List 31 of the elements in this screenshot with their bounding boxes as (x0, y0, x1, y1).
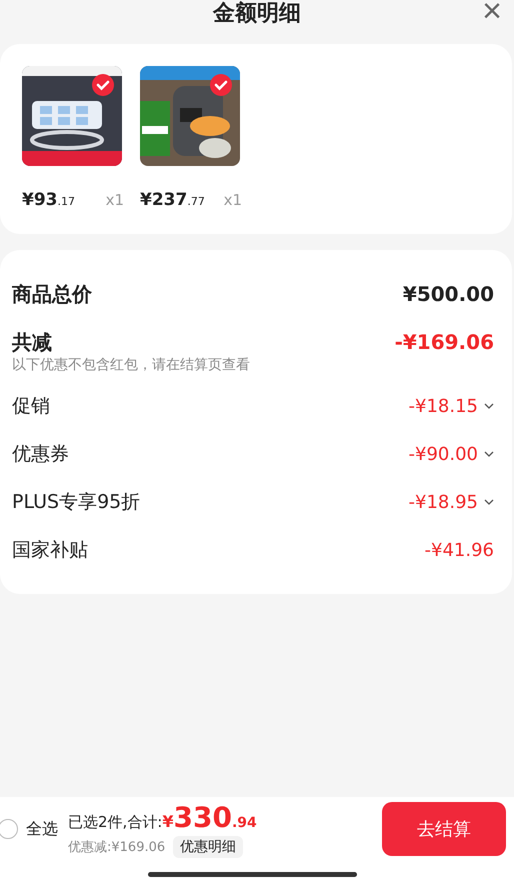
chevron-down-icon[interactable] (484, 403, 494, 409)
dialog-title: 金额明细 (213, 1, 301, 27)
price-label: 商品总价 (12, 280, 92, 308)
discount-total: 优惠减:¥169.06 (68, 838, 166, 856)
reduction-note: 以下优惠不包含红包，请在结算页查看 (12, 356, 251, 374)
discount-details-button[interactable]: 优惠明细 (173, 836, 244, 858)
select-all-radio[interactable] (0, 819, 18, 839)
product-price: ¥93.17 (22, 190, 75, 210)
discount-amount: -¥169.06 (394, 330, 494, 354)
price-label: PLUS专享95折 (12, 490, 140, 515)
price-label: 优惠券 (12, 442, 69, 467)
quantity: x1 (224, 191, 242, 209)
check-icon[interactable] (92, 74, 114, 96)
discount-amount: -¥41.96 (424, 540, 494, 560)
chevron-down-icon[interactable] (484, 451, 494, 457)
price-label: 共减 (12, 328, 52, 356)
total-amount: ¥500.00 (402, 282, 494, 306)
chevron-down-icon[interactable] (484, 499, 494, 505)
price-label: 促销 (12, 394, 50, 419)
selected-count: 已选2件,合计: (68, 812, 162, 832)
total-price: ¥330.94 (162, 800, 257, 834)
checkout-button[interactable]: 去结算 (382, 802, 506, 856)
select-all-label: 全选 (26, 818, 58, 840)
price-label: 国家补贴 (12, 538, 88, 563)
product-price: ¥237.77 (140, 190, 205, 210)
close-button[interactable]: × (482, 0, 502, 28)
check-icon[interactable] (210, 74, 232, 96)
discount-amount: -¥90.00 (408, 444, 478, 464)
discount-amount: -¥18.15 (408, 396, 478, 416)
discount-amount: -¥18.95 (408, 492, 478, 512)
quantity: x1 (106, 191, 124, 209)
